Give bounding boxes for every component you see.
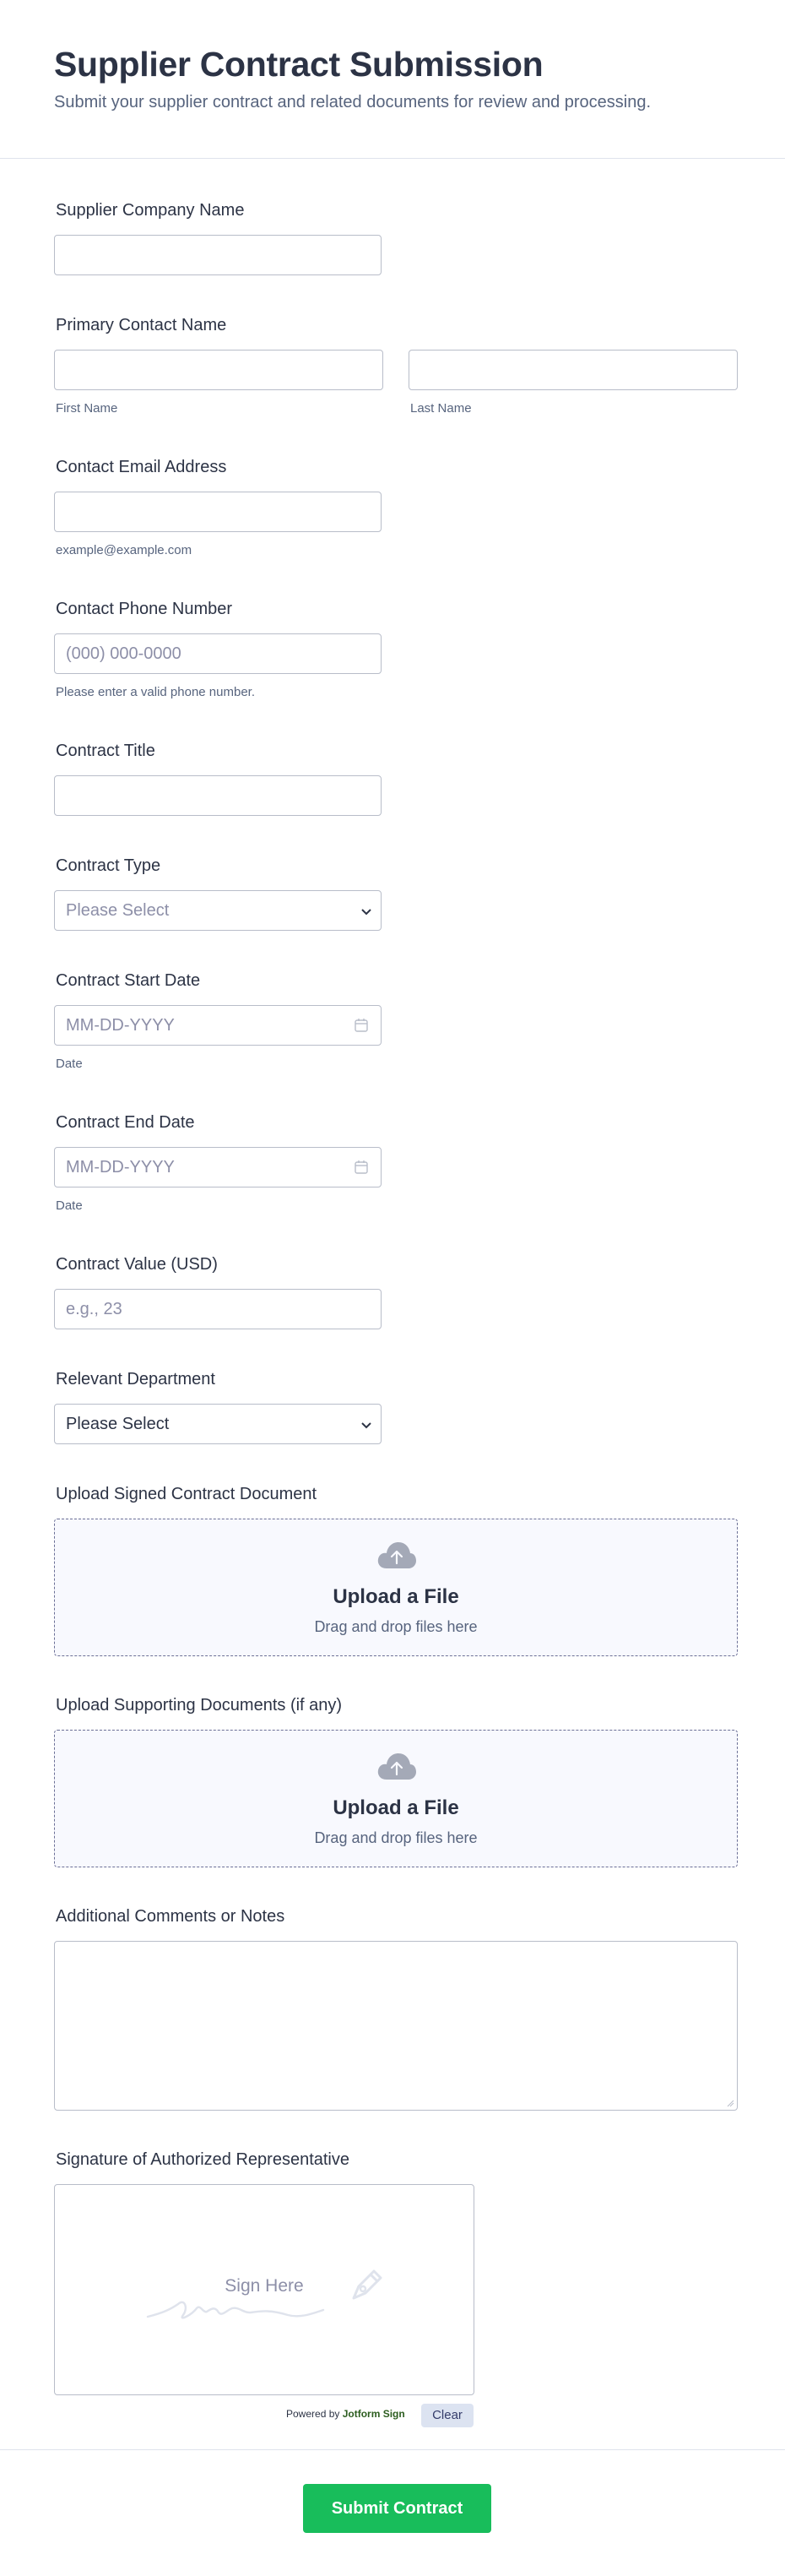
comments-label: Additional Comments or Notes [56, 1907, 285, 1926]
chevron-down-icon [361, 909, 371, 916]
comments-textarea[interactable] [54, 1941, 738, 2111]
jotform-sign-brand: Jotform Sign [342, 2408, 405, 2420]
page-title: Supplier Contract Submission [54, 45, 544, 84]
end-date-placeholder: MM-DD-YYYY [66, 1158, 175, 1177]
comments-field: Additional Comments or Notes [54, 1907, 738, 2111]
supporting-docs-upload-sub: Drag and drop files here [314, 1829, 478, 1846]
last-name-input[interactable] [409, 350, 738, 390]
cloud-upload-icon [377, 1753, 416, 1780]
first-name-sublabel: First Name [56, 401, 118, 416]
calendar-icon[interactable] [354, 1018, 369, 1033]
cloud-upload-icon [377, 1542, 416, 1568]
signature-label: Signature of Authorized Representative [56, 2150, 349, 2169]
email-sublabel: example@example.com [56, 543, 192, 557]
company-label: Supplier Company Name [56, 201, 245, 220]
start-date-placeholder: MM-DD-YYYY [66, 1016, 175, 1035]
phone-field: Contact Phone Number (000) 000-0000 Plea… [54, 600, 382, 699]
signed-doc-upload-title: Upload a File [333, 1585, 459, 1608]
contact-label: Primary Contact Name [56, 316, 227, 334]
department-label: Relevant Department [56, 1370, 215, 1389]
department-field: Relevant Department Please Select [54, 1370, 382, 1444]
end-date-label: Contract End Date [56, 1113, 195, 1132]
signed-doc-upload-sub: Drag and drop files here [314, 1618, 478, 1635]
email-input[interactable] [54, 492, 382, 532]
page-subtitle: Submit your supplier contract and relate… [54, 93, 652, 111]
signed-doc-field: Upload Signed Contract Document Upload a… [54, 1485, 738, 1656]
contract-type-field: Contract Type Please Select [54, 856, 382, 931]
supporting-docs-label: Upload Supporting Documents (if any) [56, 1696, 343, 1715]
signature-field: Signature of Authorized Representative S… [54, 2150, 474, 2395]
submit-button[interactable]: Submit Contract [303, 2484, 491, 2533]
phone-placeholder: (000) 000-0000 [66, 644, 181, 663]
end-date-sublabel: Date [56, 1198, 83, 1213]
contact-field: Primary Contact Name First Name Last Nam… [54, 316, 738, 416]
contract-type-label: Contract Type [56, 856, 161, 875]
signed-doc-label: Upload Signed Contract Document [56, 1485, 317, 1503]
signature-placeholder: Sign Here [225, 2276, 304, 2296]
resize-handle-icon[interactable] [726, 2099, 734, 2107]
end-date-input[interactable]: MM-DD-YYYY [54, 1147, 382, 1187]
end-date-field: Contract End Date MM-DD-YYYY Date [54, 1113, 382, 1213]
chevron-down-icon [361, 1422, 371, 1429]
phone-input[interactable]: (000) 000-0000 [54, 633, 382, 674]
footer-divider [0, 2449, 785, 2450]
contract-title-field: Contract Title [54, 742, 382, 816]
supporting-docs-field: Upload Supporting Documents (if any) Upl… [54, 1696, 738, 1867]
first-name-input[interactable] [54, 350, 383, 390]
form-page: Supplier Contract Submission Submit your… [0, 0, 785, 2576]
start-date-field: Contract Start Date MM-DD-YYYY Date [54, 971, 382, 1071]
contract-title-label: Contract Title [56, 742, 155, 760]
phone-label: Contact Phone Number [56, 600, 233, 618]
email-label: Contact Email Address [56, 458, 227, 476]
company-input[interactable] [54, 235, 382, 275]
supporting-docs-dropzone[interactable]: Upload a File Drag and drop files here [54, 1730, 738, 1867]
last-name-sublabel: Last Name [410, 401, 472, 416]
contract-type-placeholder: Please Select [66, 901, 170, 920]
signature-clear-button[interactable]: Clear [421, 2404, 474, 2427]
contract-value-label: Contract Value (USD) [56, 1255, 218, 1274]
department-select[interactable]: Please Select [54, 1404, 382, 1444]
department-selected-value: Please Select [66, 1415, 170, 1433]
contract-value-placeholder: e.g., 23 [66, 1300, 122, 1318]
contract-value-field: Contract Value (USD) e.g., 23 [54, 1255, 382, 1329]
calendar-icon[interactable] [354, 1160, 369, 1175]
contract-value-input[interactable]: e.g., 23 [54, 1289, 382, 1329]
phone-sublabel: Please enter a valid phone number. [56, 685, 255, 699]
start-date-label: Contract Start Date [56, 971, 201, 990]
supporting-docs-upload-title: Upload a File [333, 1796, 459, 1819]
powered-by-text: Powered by Jotform Sign [286, 2408, 405, 2420]
start-date-sublabel: Date [56, 1057, 83, 1071]
signature-pad[interactable]: Sign Here [54, 2184, 474, 2395]
company-field: Supplier Company Name [54, 201, 382, 275]
contract-type-select[interactable]: Please Select [54, 890, 382, 931]
contract-title-input[interactable] [54, 775, 382, 816]
start-date-input[interactable]: MM-DD-YYYY [54, 1005, 382, 1046]
email-field: Contact Email Address example@example.co… [54, 458, 382, 557]
signed-doc-dropzone[interactable]: Upload a File Drag and drop files here [54, 1519, 738, 1656]
form-header: Supplier Contract Submission Submit your… [0, 0, 785, 159]
